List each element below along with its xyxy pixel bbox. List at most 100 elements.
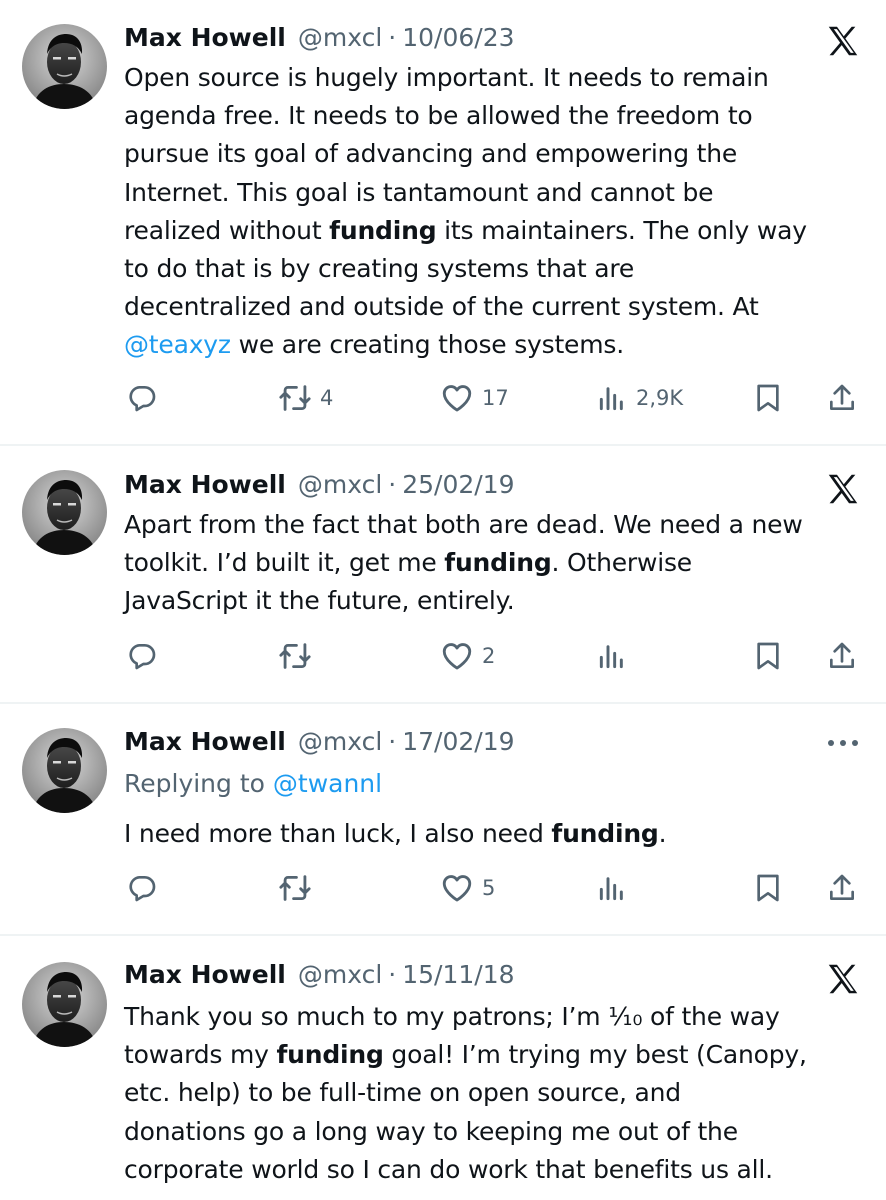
avatar[interactable] <box>22 728 107 813</box>
views-count: 2,9K <box>636 386 684 410</box>
author-handle[interactable]: @mxcl <box>298 724 382 760</box>
action-bar: 5 <box>0 868 886 908</box>
bookmark-icon <box>752 382 784 414</box>
views-icon <box>596 382 628 414</box>
more-icon[interactable] <box>824 736 862 750</box>
text-line: @teaxyz we are creating those systems. <box>124 330 624 360</box>
bold-word: funding <box>551 819 659 848</box>
reply-button[interactable] <box>126 868 158 908</box>
like-icon <box>440 871 474 905</box>
separator-dot: · <box>388 960 397 989</box>
text-line: Internet. This goal is tantamount and ca… <box>124 177 714 207</box>
text-line: etc. help) to be full-time on open sourc… <box>124 1078 681 1108</box>
bookmark-button[interactable] <box>752 636 784 676</box>
replying-prefix: Replying to <box>124 769 273 798</box>
tweet[interactable]: Max Howell @mxcl · 15/11/18 Thank you so… <box>0 936 886 1200</box>
views-icon <box>596 640 628 672</box>
bookmark-icon <box>752 872 784 904</box>
views-button[interactable]: 2,9K <box>596 378 683 418</box>
like-button[interactable]: 5 <box>440 868 495 908</box>
text-line: Thank you so much to my patrons; I’m ⅒ o… <box>124 1002 780 1031</box>
replying-mention-link[interactable]: @twannl <box>273 769 382 798</box>
bold-word: funding <box>444 548 552 578</box>
retweet-button[interactable] <box>278 636 312 676</box>
views-button[interactable] <box>596 636 628 676</box>
reply-icon <box>126 640 158 672</box>
text-line: decentralized and outside of the current… <box>124 292 759 322</box>
like-count: 17 <box>482 386 509 410</box>
tweet[interactable]: Max Howell @mxcl · 10/06/23 Open source … <box>0 0 886 446</box>
bold-word: funding <box>276 1040 384 1070</box>
tweet-date[interactable]: 15/11/18 <box>402 957 514 993</box>
tweet-text: Thank you so much to my patrons; I’m ⅒ o… <box>124 998 866 1189</box>
like-count: 5 <box>482 876 496 900</box>
author-name[interactable]: Max Howell <box>124 20 286 56</box>
x-logo-icon <box>824 22 862 60</box>
tweet-date[interactable]: 17/02/19 <box>402 724 514 760</box>
share-icon <box>826 382 858 414</box>
bookmark-icon <box>752 640 784 672</box>
retweet-icon <box>278 871 312 905</box>
share-icon <box>826 640 858 672</box>
replying-to: Replying to @twannl <box>124 766 382 802</box>
author-name[interactable]: Max Howell <box>124 724 286 760</box>
tweet-header: Max Howell @mxcl · 10/06/23 <box>124 20 515 56</box>
separator-dot: · <box>388 470 397 499</box>
like-button[interactable]: 17 <box>440 378 509 418</box>
tweet-date[interactable]: 25/02/19 <box>402 467 514 503</box>
tweet-header: Max Howell @mxcl · 17/02/19 <box>124 724 515 760</box>
author-handle[interactable]: @mxcl <box>298 957 382 993</box>
like-count: 2 <box>482 644 496 668</box>
text-line: donations go a long way to keeping me ou… <box>124 1116 738 1146</box>
x-logo-icon <box>824 960 862 998</box>
avatar[interactable] <box>22 24 107 109</box>
text-line: realized without funding its maintainers… <box>124 215 807 245</box>
like-icon <box>440 381 474 415</box>
tweet-date[interactable]: 10/06/23 <box>402 20 514 56</box>
like-icon <box>440 639 474 673</box>
views-button[interactable] <box>596 868 628 908</box>
tweet[interactable]: Max Howell @mxcl · 17/02/19 Replying to … <box>0 704 886 936</box>
tweet-text: Apart from the fact that both are dead. … <box>124 506 866 621</box>
separator-dot: · <box>388 23 397 52</box>
bookmark-button[interactable] <box>752 378 784 418</box>
avatar[interactable] <box>22 470 107 555</box>
like-button[interactable]: 2 <box>440 636 495 676</box>
text-line: Open source is hugely important. It need… <box>124 63 769 92</box>
reply-button[interactable] <box>126 378 158 418</box>
bold-word: funding <box>329 215 437 245</box>
avatar[interactable] <box>22 962 107 1047</box>
text-line: toolkit. I’d built it, get me funding. O… <box>124 548 692 578</box>
text-line: JavaScript it the future, entirely. <box>124 586 515 616</box>
share-button[interactable] <box>826 636 858 676</box>
reply-icon <box>126 872 158 904</box>
tweet-header: Max Howell @mxcl · 25/02/19 <box>124 467 515 503</box>
separator-dot: · <box>388 727 397 756</box>
retweet-button[interactable] <box>278 868 312 908</box>
tweet[interactable]: Max Howell @mxcl · 25/02/19 Apart from t… <box>0 446 886 704</box>
reply-icon <box>126 382 158 414</box>
share-icon <box>826 872 858 904</box>
reply-button[interactable] <box>126 636 158 676</box>
views-icon <box>596 872 628 904</box>
mention-link[interactable]: @teaxyz <box>124 330 231 359</box>
share-button[interactable] <box>826 868 858 908</box>
action-bar: 2 <box>0 636 886 676</box>
text-line: agenda free. It needs to be allowed the … <box>124 101 753 131</box>
author-handle[interactable]: @mxcl <box>298 20 382 56</box>
tweet-header: Max Howell @mxcl · 15/11/18 <box>124 957 515 993</box>
author-name[interactable]: Max Howell <box>124 467 286 503</box>
text-line: to do that is by creating systems that a… <box>124 253 635 283</box>
share-button[interactable] <box>826 378 858 418</box>
x-logo-icon <box>824 470 862 508</box>
action-bar: 4 17 2,9K <box>0 378 886 418</box>
tweet-text: I need more than luck, I also need fundi… <box>124 815 866 853</box>
text-line: towards my funding goal! I’m trying my b… <box>124 1040 807 1070</box>
author-handle[interactable]: @mxcl <box>298 467 382 503</box>
author-name[interactable]: Max Howell <box>124 957 286 993</box>
text-line: corporate world so I can do work that be… <box>124 1154 773 1184</box>
retweet-icon <box>278 639 312 673</box>
retweet-icon <box>278 381 312 415</box>
retweet-button[interactable]: 4 <box>278 378 333 418</box>
bookmark-button[interactable] <box>752 868 784 908</box>
